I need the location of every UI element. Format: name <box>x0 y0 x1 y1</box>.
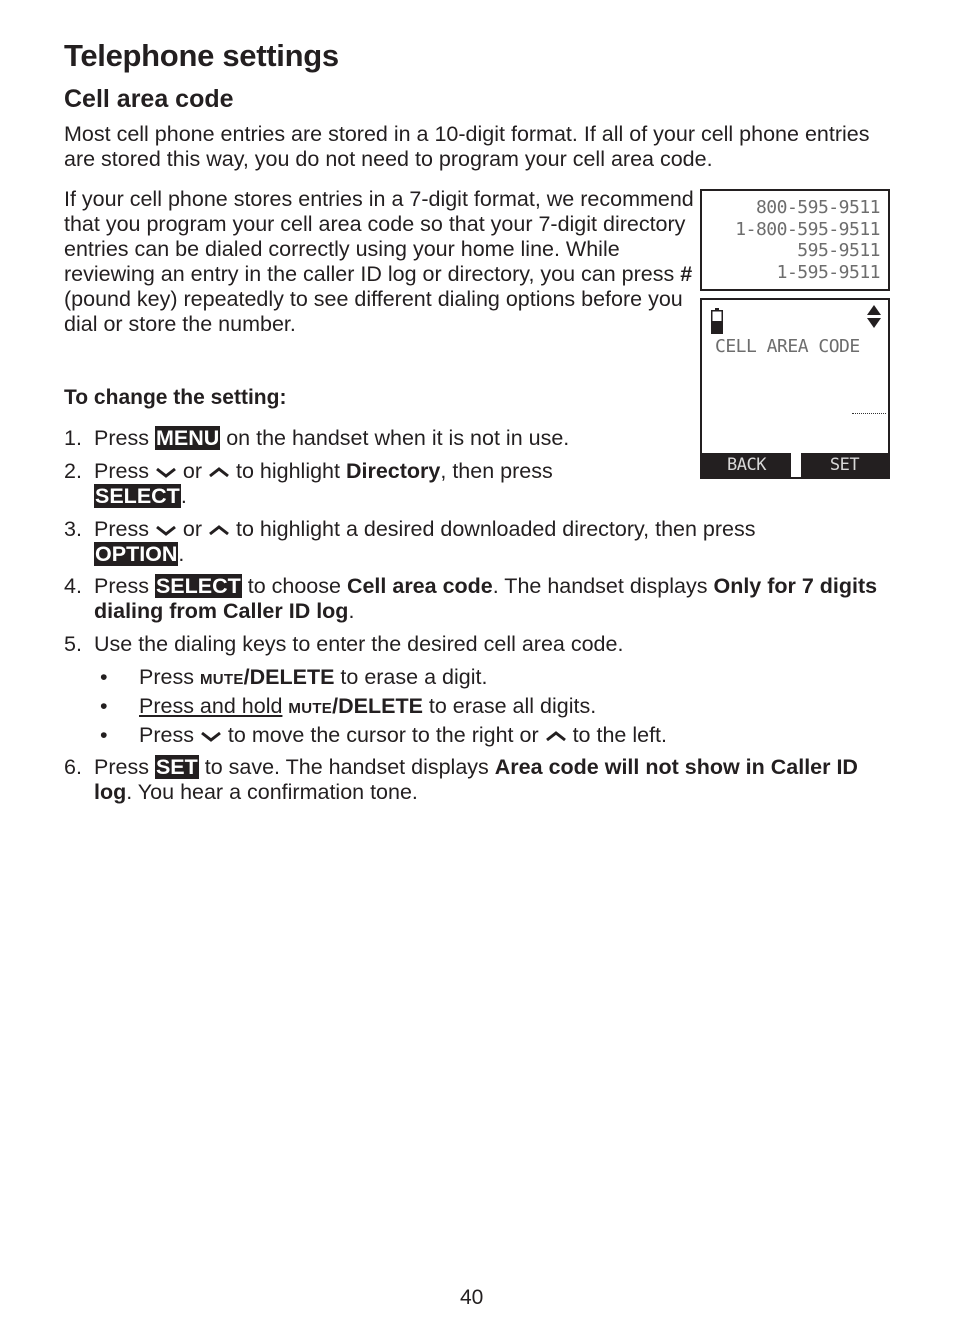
down-arrow-icon <box>156 525 176 536</box>
bullet-dot: • <box>100 723 108 747</box>
page-title: Telephone settings <box>64 38 339 73</box>
step-text: or <box>176 517 209 541</box>
step-text: Press <box>94 459 155 483</box>
bullet-erase-digit: • Press MUTE/DELETE to erase a digit. <box>100 665 487 692</box>
display-number-line: 1-800-595-9511 <box>735 219 880 240</box>
display-number-line: 595-9511 <box>797 240 880 261</box>
bullet-text: to erase all digits. <box>422 694 597 718</box>
mute-key-label: MUTE <box>199 671 244 688</box>
step-1: 1. Press MENU on the handset when it is … <box>64 426 894 451</box>
step-text: . <box>348 599 355 623</box>
step-text: . <box>180 484 187 508</box>
step-text: Press <box>94 517 155 541</box>
select-key: SELECT <box>94 484 181 508</box>
step-4: 4. Press SELECT to choose Cell area code… <box>64 574 894 624</box>
step-text: Press <box>94 426 155 450</box>
bullet-text: to the left. <box>566 723 667 747</box>
up-arrow-icon <box>545 731 566 742</box>
up-arrow-icon <box>209 467 229 478</box>
step-2: 2. Press or to highlight Directory, then… <box>64 459 624 509</box>
section-title: Cell area code <box>64 85 234 113</box>
entry-cursor <box>852 413 886 414</box>
softkey-set[interactable]: SET <box>801 453 888 477</box>
menu-item-cell-area-code: Cell area code <box>346 574 493 598</box>
step-text: Use the dialing keys to enter the desire… <box>94 632 624 656</box>
mute-key-label: MUTE <box>288 700 333 717</box>
step-text: to highlight <box>230 459 346 483</box>
bullet-dot: • <box>100 665 108 689</box>
up-arrow-icon <box>209 525 229 536</box>
step-text: . You hear a confirmation tone. <box>126 780 418 804</box>
bullet-dot: • <box>100 694 108 718</box>
step-text: to choose <box>241 574 347 598</box>
display-menu-title: CELL AREA CODE <box>715 336 860 357</box>
scroll-arrows-icon <box>867 305 881 328</box>
menu-item-directory: Directory <box>345 459 441 483</box>
intro-paragraph-2: If your cell phone stores entries in a 7… <box>64 187 694 337</box>
option-key: OPTION <box>94 542 179 566</box>
step-text: or <box>176 459 209 483</box>
display-number-line: 1-595-9511 <box>776 262 881 283</box>
step-number: 4. <box>64 574 82 598</box>
page-number: 40 <box>460 1286 484 1309</box>
bullet-text: to erase a digit. <box>334 665 488 689</box>
step-text: , then press <box>440 459 553 483</box>
softkey-back[interactable]: BACK <box>702 453 791 477</box>
step-text: to highlight a desired downloaded direct… <box>230 517 756 541</box>
delete-key-label: /DELETE <box>332 694 423 718</box>
step-text: . <box>178 542 185 566</box>
display-number-line: 800-595-9511 <box>755 197 881 218</box>
p2-text-after: (pound key) repeatedly to see different … <box>64 287 683 336</box>
set-key: SET <box>154 755 199 779</box>
p2-text-before: If your cell phone stores entries in a 7… <box>64 187 694 286</box>
step-6: 6. Press SET to save. The handset displa… <box>64 755 894 805</box>
bullet-text: Press <box>139 723 200 747</box>
step-text: Press <box>94 574 155 598</box>
step-5: 5. Use the dialing keys to enter the des… <box>64 632 894 657</box>
display-cell-area-code: CELL AREA CODE BACK SET <box>700 298 890 479</box>
step-text: Press <box>94 755 155 779</box>
step-number: 5. <box>64 632 82 656</box>
menu-key: MENU <box>154 426 221 450</box>
bullet-move-cursor: • Press to move the cursor to the right … <box>100 723 667 748</box>
step-text: to save. The handset displays <box>198 755 495 779</box>
step-number: 2. <box>64 459 82 483</box>
delete-key-label: /DELETE <box>243 665 335 689</box>
press-and-hold-text: Press and hold <box>139 694 283 718</box>
step-3: 3. Press or to highlight a desired downl… <box>64 517 784 567</box>
select-key: SELECT <box>154 574 242 598</box>
step-text: on the handset when it is not in use. <box>220 426 570 450</box>
step-number: 3. <box>64 517 82 541</box>
display-number-formats: 800-595-9511 1-800-595-9511 595-9511 1-5… <box>700 189 890 291</box>
intro-paragraph-1: Most cell phone entries are stored in a … <box>64 122 870 171</box>
battery-icon <box>711 308 723 334</box>
instructions-heading: To change the setting: <box>64 386 287 409</box>
step-number: 6. <box>64 755 82 779</box>
down-arrow-icon <box>156 467 176 478</box>
step-number: 1. <box>64 426 82 450</box>
bullet-text: Press <box>139 665 200 689</box>
down-arrow-icon <box>201 731 221 742</box>
step-text: . The handset displays <box>492 574 714 598</box>
bullet-erase-all: • Press and hold MUTE/DELETE to erase al… <box>100 694 596 721</box>
bullet-text: to move the cursor to the right or <box>221 723 545 747</box>
pound-key: # <box>680 262 693 286</box>
